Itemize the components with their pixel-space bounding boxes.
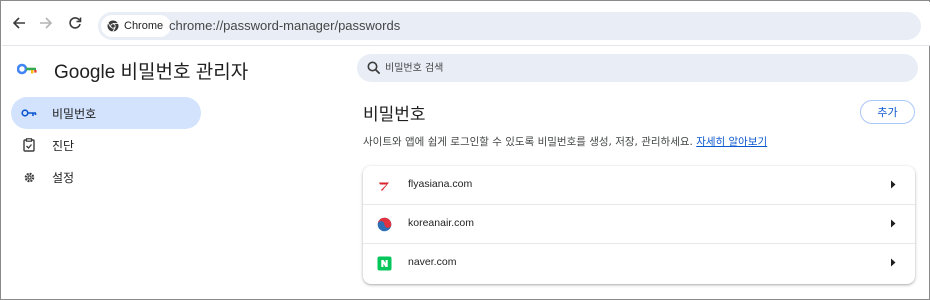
password-search[interactable] bbox=[357, 54, 918, 82]
chrome-logo-icon bbox=[107, 20, 119, 32]
clipboard-check-icon bbox=[21, 137, 37, 153]
back-arrow-icon bbox=[12, 17, 25, 29]
search-icon bbox=[367, 61, 381, 75]
koreanair-favicon-icon bbox=[377, 217, 392, 232]
page-title: 비밀번호 bbox=[363, 105, 426, 125]
learn-more-link[interactable]: 자세히 알아보기 bbox=[696, 136, 767, 148]
list-item[interactable]: koreanair.com bbox=[363, 205, 915, 244]
window-frame: Chrome chrome://password-manager/passwor… bbox=[0, 0, 930, 300]
sidebar-item-passwords[interactable]: 비밀번호 bbox=[11, 97, 201, 129]
site-name: flyasiana.com bbox=[408, 178, 473, 190]
description-text: 사이트와 앱에 쉽게 로그인할 수 있도록 비밀번호를 생성, 저장, 관리하세… bbox=[363, 136, 693, 148]
search-input[interactable] bbox=[385, 58, 885, 78]
forward-arrow-icon bbox=[40, 17, 53, 29]
sidebar-item-checkup[interactable]: 진단 bbox=[11, 129, 201, 161]
asiana-favicon-icon bbox=[379, 182, 389, 191]
password-list: flyasiana.com koreanair.com naver.com bbox=[363, 166, 915, 284]
page-description: 사이트와 앱에 쉽게 로그인할 수 있도록 비밀번호를 생성, 저장, 관리하세… bbox=[363, 134, 767, 149]
site-info-chip[interactable]: Chrome bbox=[101, 15, 172, 37]
app-title: Google 비밀번호 관리자 bbox=[54, 62, 249, 83]
browser-toolbar: Chrome chrome://password-manager/passwor… bbox=[2, 2, 930, 46]
naver-favicon-icon bbox=[377, 256, 392, 271]
sidebar-item-label: 설정 bbox=[52, 170, 75, 185]
site-name: naver.com bbox=[408, 256, 457, 268]
gear-icon bbox=[21, 169, 37, 185]
list-item[interactable]: flyasiana.com bbox=[363, 166, 915, 205]
chip-label: Chrome bbox=[124, 20, 164, 32]
key-icon bbox=[21, 105, 37, 121]
list-item[interactable]: naver.com bbox=[363, 244, 915, 283]
sidebar-item-label: 진단 bbox=[52, 138, 75, 153]
chevron-right-icon bbox=[891, 219, 896, 228]
forward-button[interactable] bbox=[36, 13, 56, 33]
sidebar-item-settings[interactable]: 설정 bbox=[11, 161, 201, 193]
back-button[interactable] bbox=[9, 13, 29, 33]
site-name: koreanair.com bbox=[408, 217, 474, 229]
reload-icon bbox=[69, 17, 82, 29]
chevron-right-icon bbox=[891, 258, 896, 267]
url-text[interactable]: chrome://password-manager/passwords bbox=[169, 18, 400, 33]
add-password-button[interactable]: 추가 bbox=[860, 100, 915, 124]
address-bar[interactable]: Chrome chrome://password-manager/passwor… bbox=[98, 12, 921, 40]
chevron-right-icon bbox=[891, 180, 896, 189]
password-manager-logo-icon bbox=[17, 63, 37, 75]
sidebar-item-label: 비밀번호 bbox=[52, 106, 97, 121]
reload-button[interactable] bbox=[65, 13, 85, 33]
